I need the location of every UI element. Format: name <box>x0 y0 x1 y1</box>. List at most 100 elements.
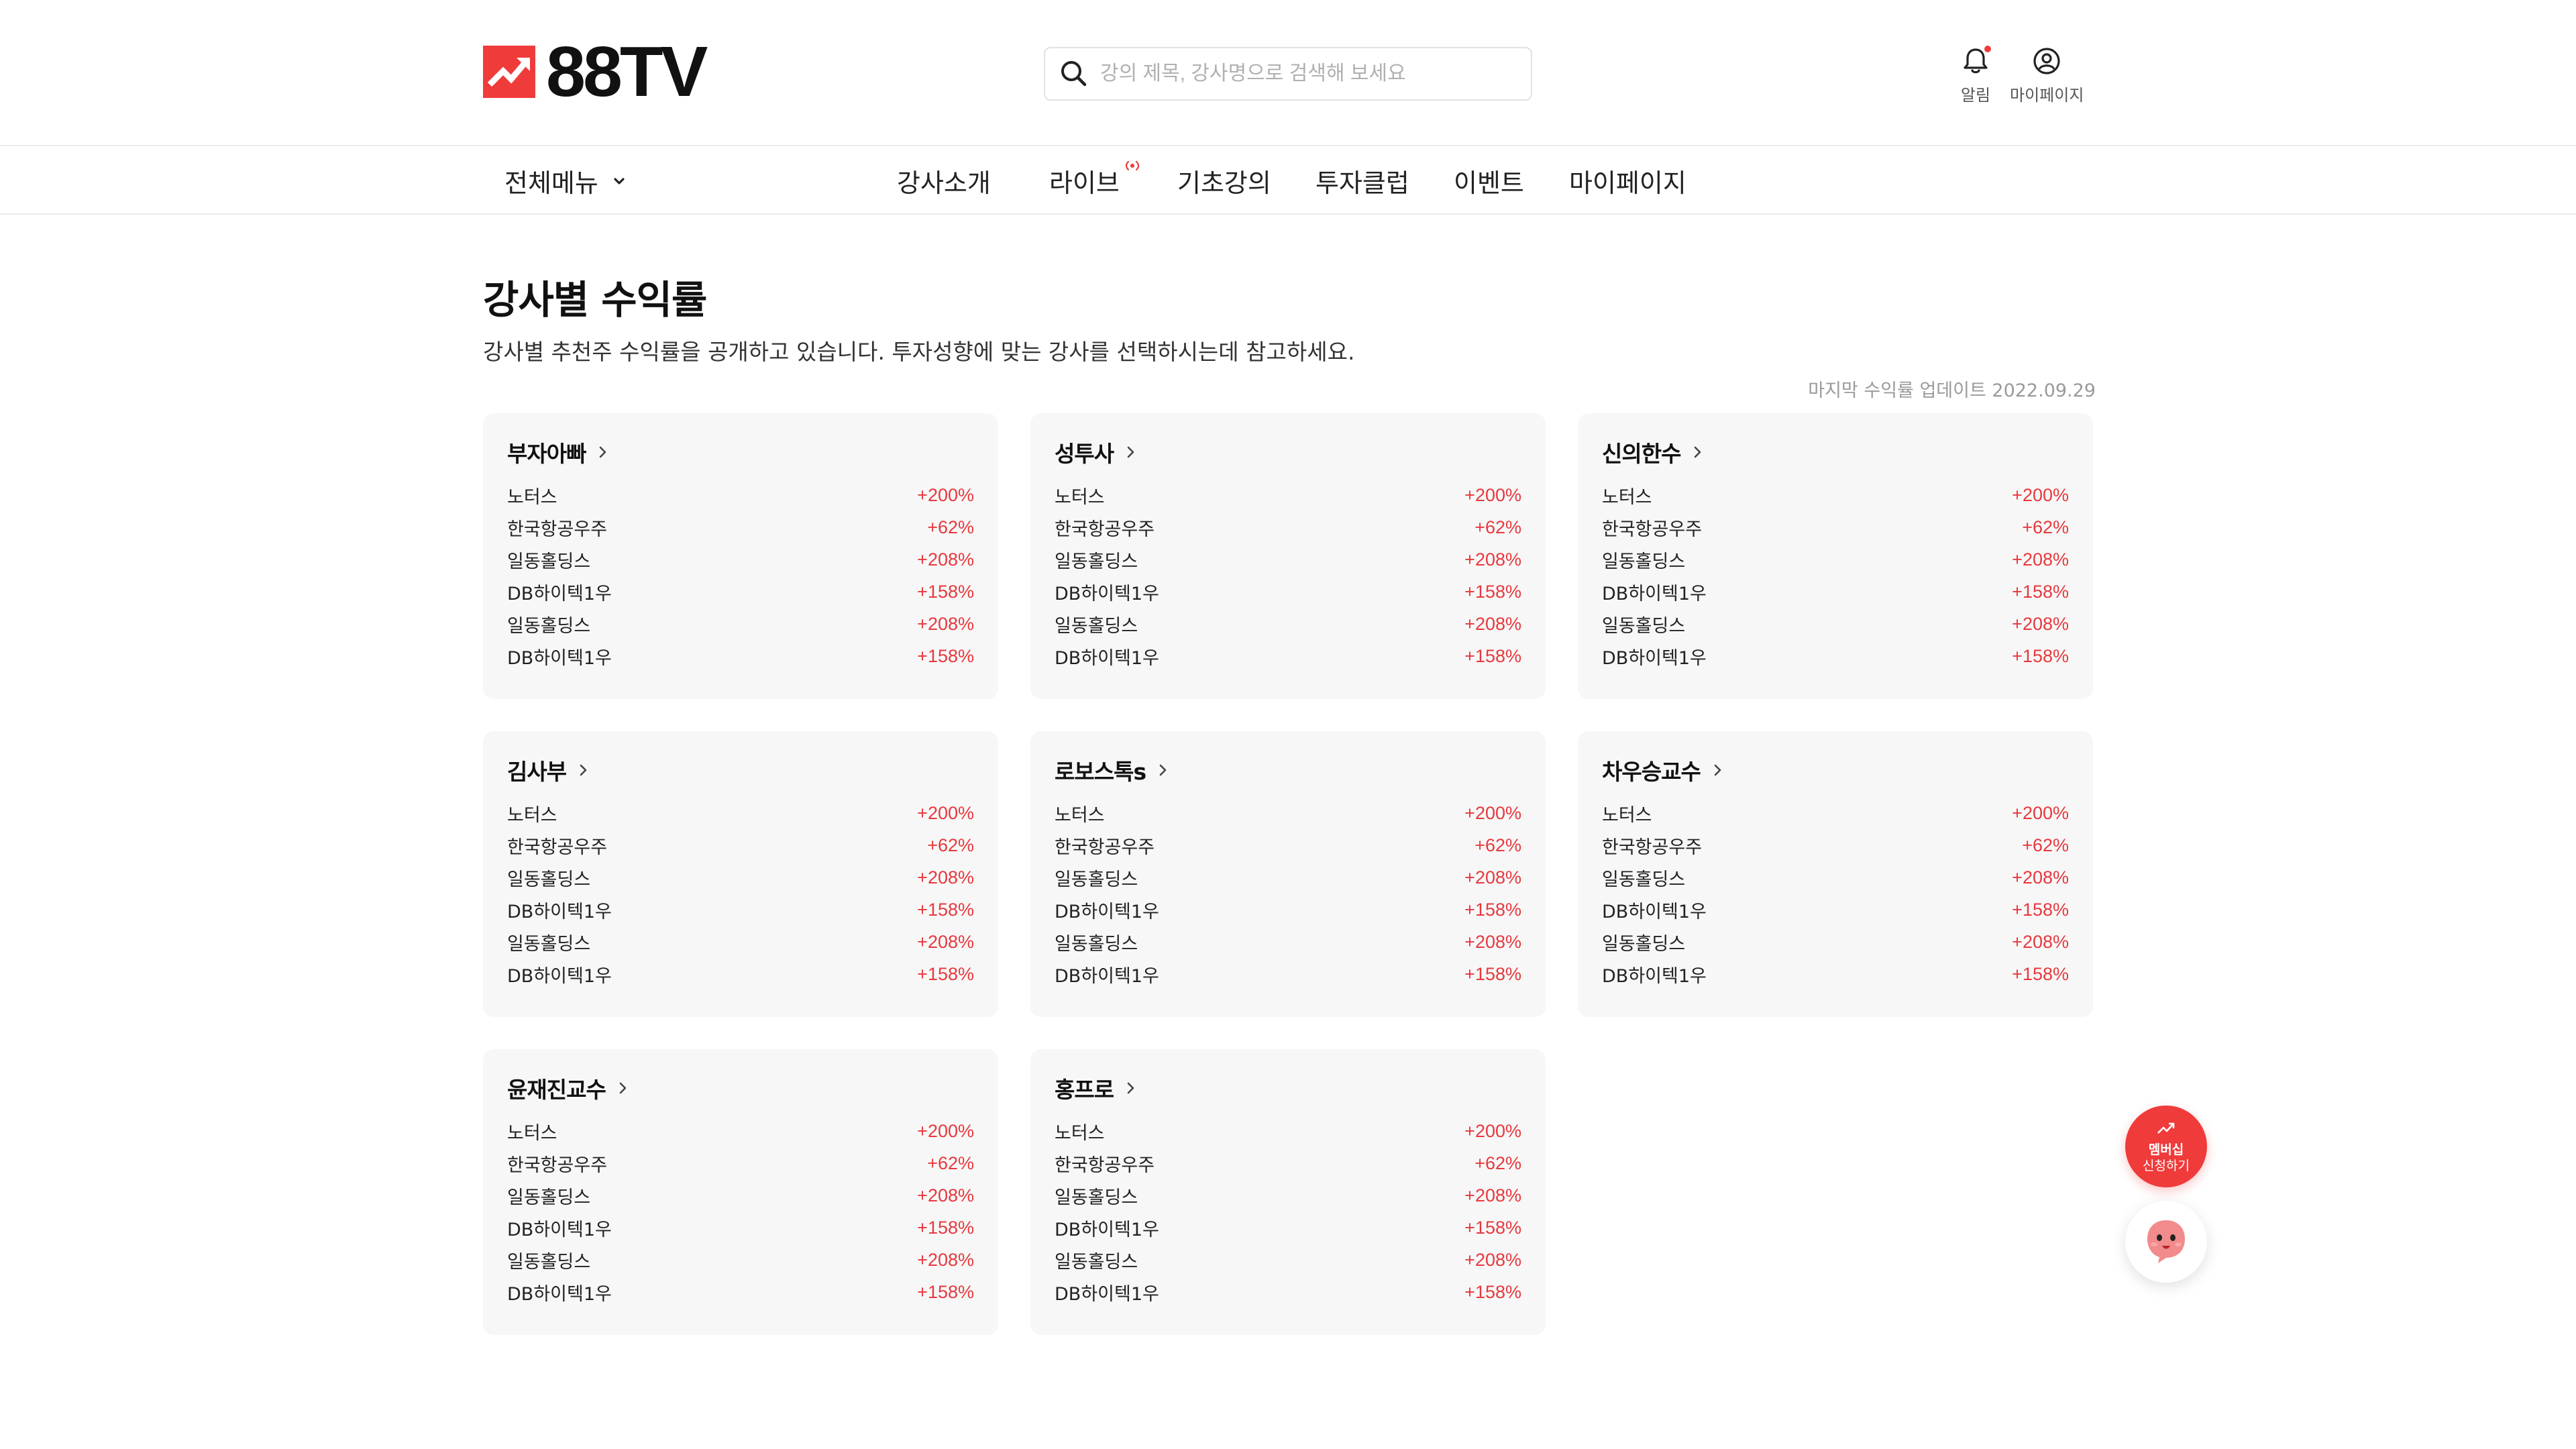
stock-row: DB하이텍1우 +158% <box>1602 894 2069 926</box>
stock-row: 한국항공우주 +62% <box>1055 511 1521 543</box>
stock-list: 노터스 +200% 한국항공우주 +62% 일동홀딩스 +208% DB하이텍1우 +158%… <box>507 1115 974 1308</box>
stock-return: +158% <box>917 963 974 984</box>
stock-name: 한국항공우주 <box>1602 519 1703 540</box>
nav-item-live-label: 라이브 <box>1049 168 1120 198</box>
instructor-card: 윤재진교수 노터스 +200% 한국항공우주 +62% 일동홀딩스 +208% DB하이텍1… <box>483 1049 998 1335</box>
stock-return: +158% <box>2012 963 2069 984</box>
stock-name: DB하이텍1우 <box>507 583 612 604</box>
stock-name: DB하이텍1우 <box>1055 583 1159 604</box>
stock-name: DB하이텍1우 <box>1055 647 1159 669</box>
stock-return: +158% <box>2012 899 2069 920</box>
instructor-card-header[interactable]: 윤재진교수 <box>507 1071 974 1106</box>
instructor-card-header[interactable]: 로보스톡s <box>1055 753 1521 788</box>
stock-row: 일동홀딩스 +208% <box>1055 926 1521 958</box>
page-title: 강사별 수익률 <box>483 277 707 323</box>
stock-return: +208% <box>1464 1249 1521 1270</box>
alarm-button[interactable]: 알림 <box>1959 44 1992 105</box>
instructor-card-header[interactable]: 차우승교수 <box>1602 753 2069 788</box>
stock-name: 일동홀딩스 <box>1055 1187 1138 1208</box>
search-input[interactable] <box>1100 62 1503 85</box>
stock-return: +208% <box>1464 1185 1521 1205</box>
stock-row: 노터스 +200% <box>1055 797 1521 829</box>
stock-row: 노터스 +200% <box>1602 797 2069 829</box>
stock-row: 노터스 +200% <box>1602 479 2069 511</box>
stock-return: +208% <box>2012 931 2069 952</box>
stock-return: +62% <box>927 517 974 537</box>
stock-row: DB하이텍1우 +158% <box>507 958 974 990</box>
stock-name: DB하이텍1우 <box>507 901 612 922</box>
stock-return: +158% <box>1464 899 1521 920</box>
search-box[interactable] <box>1044 47 1532 101</box>
stock-return: +200% <box>1464 484 1521 505</box>
stock-row: 한국항공우주 +62% <box>507 1147 974 1179</box>
instructor-card-header[interactable]: 성투사 <box>1055 435 1521 470</box>
instructor-card: 부자아빠 노터스 +200% 한국항공우주 +62% 일동홀딩스 +208% DB하이텍1우… <box>483 413 998 699</box>
stock-return: +208% <box>917 867 974 888</box>
main-nav: 전체메뉴 강사소개 라이브 기초강의 투자클럽 이벤트 마이페이지 <box>0 148 2576 215</box>
stock-return: +208% <box>917 549 974 570</box>
stock-name: 일동홀딩스 <box>1602 615 1686 637</box>
logo[interactable]: 88TV <box>483 36 708 107</box>
stock-row: 노터스 +200% <box>507 479 974 511</box>
instructor-card-header[interactable]: 홍프로 <box>1055 1071 1521 1106</box>
instructor-card: 로보스톡s 노터스 +200% 한국항공우주 +62% 일동홀딩스 +208% DB하이텍1… <box>1030 731 1546 1017</box>
stock-return: +200% <box>2012 484 2069 505</box>
stock-row: DB하이텍1우 +158% <box>1055 1212 1521 1244</box>
stock-name: 일동홀딩스 <box>1055 869 1138 890</box>
stock-name: 노터스 <box>1055 1122 1105 1144</box>
instructor-card-grid: 부자아빠 노터스 +200% 한국항공우주 +62% 일동홀딩스 +208% DB하이텍1우… <box>483 413 2093 1335</box>
stock-row: DB하이텍1우 +158% <box>507 640 974 672</box>
stock-return: +158% <box>1464 581 1521 602</box>
instructor-card-header[interactable]: 김사부 <box>507 753 974 788</box>
nav-item-basic-course[interactable]: 기초강의 <box>1177 162 1271 199</box>
instructor-name: 부자아빠 <box>507 441 586 467</box>
all-menu-button[interactable]: 전체메뉴 <box>504 162 627 199</box>
chat-character-icon <box>2147 1220 2185 1263</box>
stock-name: 일동홀딩스 <box>507 551 591 572</box>
stock-row: 한국항공우주 +62% <box>507 829 974 861</box>
nav-item-event[interactable]: 이벤트 <box>1454 162 1524 199</box>
stock-name: 일동홀딩스 <box>507 869 591 890</box>
instructor-card-header[interactable]: 신의한수 <box>1602 435 2069 470</box>
stock-return: +62% <box>1474 517 1521 537</box>
stock-return: +208% <box>917 931 974 952</box>
alarm-label: 알림 <box>1960 86 1991 105</box>
stock-name: DB하이텍1우 <box>1055 1283 1159 1305</box>
stock-list: 노터스 +200% 한국항공우주 +62% 일동홀딩스 +208% DB하이텍1우 +158%… <box>507 479 974 672</box>
instructor-name: 차우승교수 <box>1602 759 1701 785</box>
nav-item-instructors[interactable]: 강사소개 <box>897 162 991 199</box>
instructor-name: 김사부 <box>507 759 567 785</box>
nav-item-mypage[interactable]: 마이페이지 <box>1569 162 1686 199</box>
stock-name: DB하이텍1우 <box>1602 965 1707 987</box>
stock-row: 한국항공우주 +62% <box>1602 511 2069 543</box>
live-broadcast-icon <box>1125 160 1139 171</box>
stock-return: +208% <box>2012 867 2069 888</box>
stock-name: DB하이텍1우 <box>1602 583 1707 604</box>
membership-apply-button[interactable]: 멤버십 신청하기 <box>2125 1106 2207 1187</box>
chevron-right-icon <box>580 764 587 776</box>
stock-row: 일동홀딩스 +208% <box>507 861 974 894</box>
stock-list: 노터스 +200% 한국항공우주 +62% 일동홀딩스 +208% DB하이텍1우 +158%… <box>1602 797 2069 990</box>
mypage-button[interactable]: 마이페이지 <box>2010 44 2084 105</box>
stock-name: 노터스 <box>1602 804 1652 826</box>
nav-item-live[interactable]: 라이브 <box>1049 160 1139 199</box>
instructor-card: 신의한수 노터스 +200% 한국항공우주 +62% 일동홀딩스 +208% DB하이텍1우… <box>1578 413 2093 699</box>
stock-return: +158% <box>917 1281 974 1302</box>
stock-row: 노터스 +200% <box>507 797 974 829</box>
stock-name: 노터스 <box>1055 486 1105 508</box>
stock-name: DB하이텍1우 <box>507 647 612 669</box>
stock-return: +200% <box>1464 802 1521 823</box>
instructor-card-header[interactable]: 부자아빠 <box>507 435 974 470</box>
stock-return: +200% <box>917 1120 974 1141</box>
stock-return: +158% <box>1464 1217 1521 1238</box>
chat-button[interactable] <box>2125 1201 2207 1283</box>
nav-item-invest-club[interactable]: 투자클럽 <box>1316 162 1409 199</box>
stock-name: 노터스 <box>507 804 557 826</box>
chevron-right-icon <box>1714 764 1721 776</box>
stock-row: 일동홀딩스 +208% <box>507 1179 974 1212</box>
stock-return: +208% <box>1464 549 1521 570</box>
stock-name: 노터스 <box>507 486 557 508</box>
stock-return: +158% <box>917 581 974 602</box>
instructor-name: 윤재진교수 <box>507 1077 606 1103</box>
instructor-name: 홍프로 <box>1055 1077 1114 1103</box>
